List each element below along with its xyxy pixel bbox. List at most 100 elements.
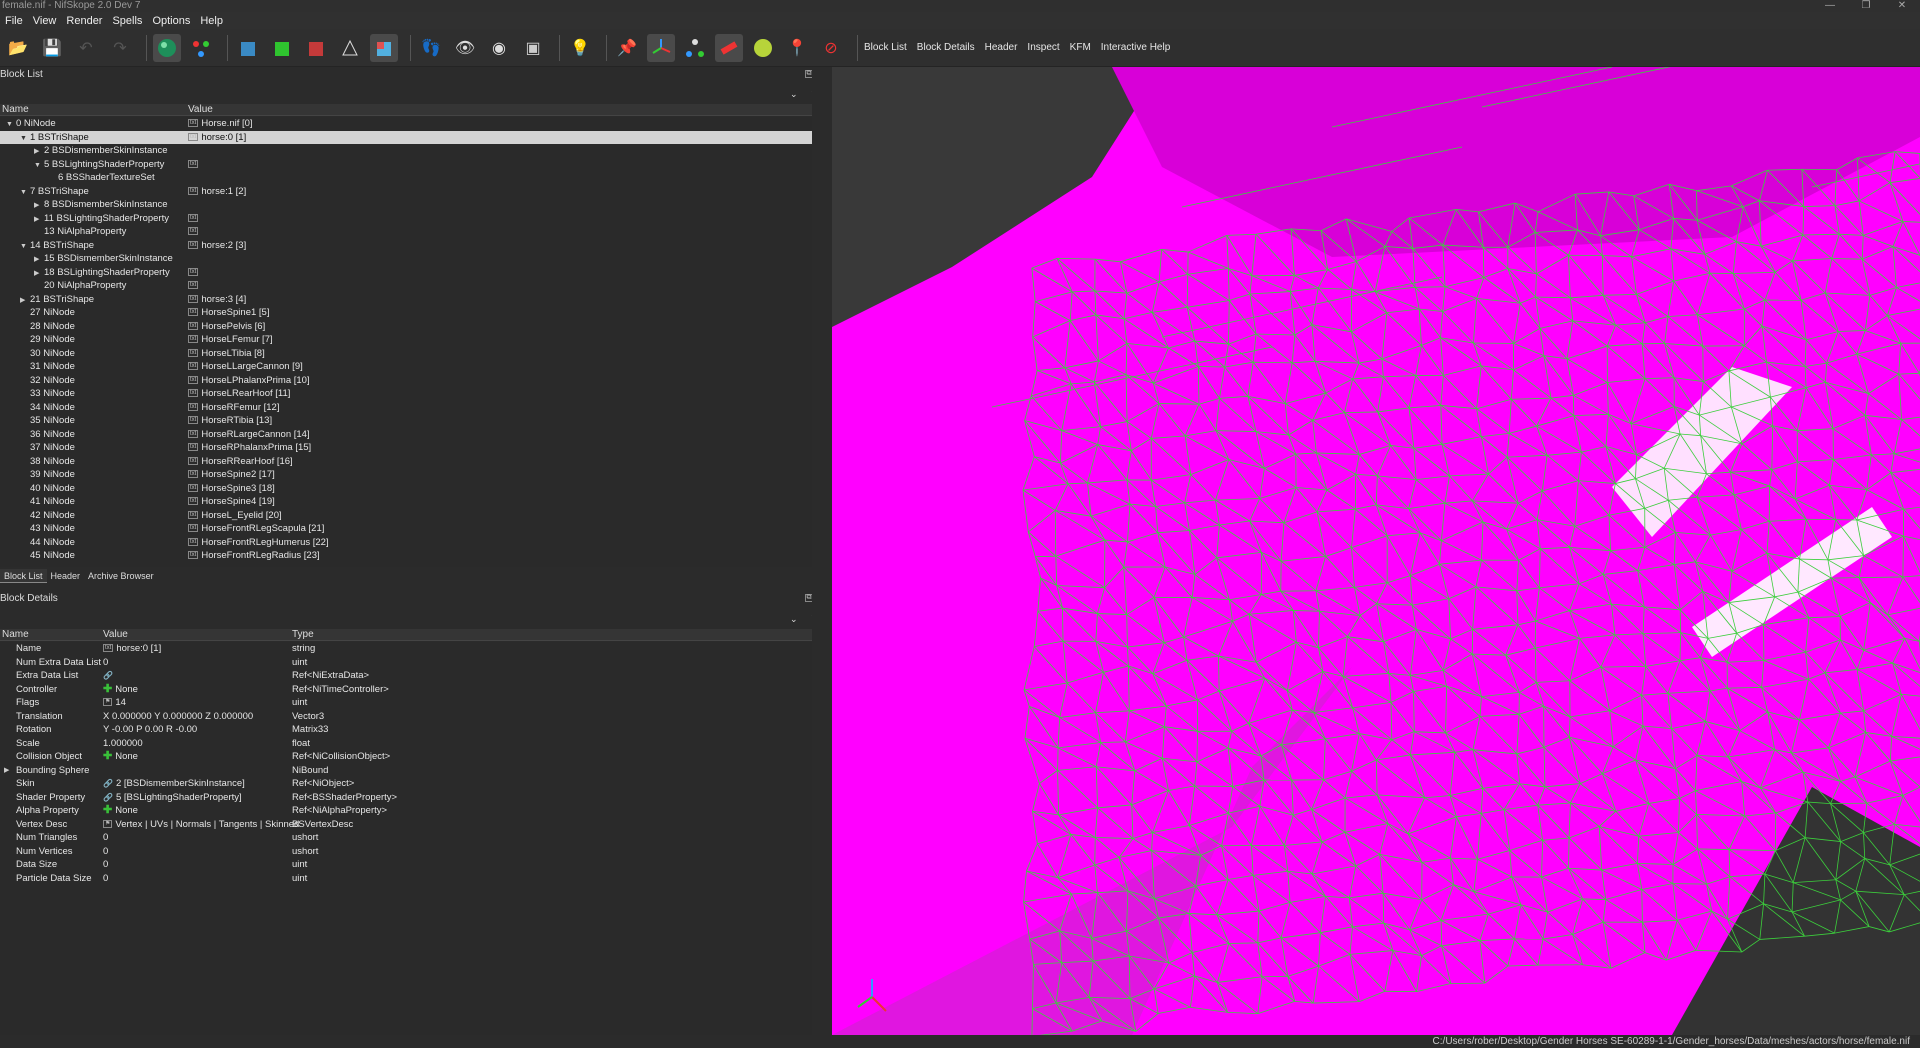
expanded-arrow-icon[interactable]: ▼	[20, 240, 30, 254]
tree-row[interactable]: 30 NiNode txt HorseLTibia [8]	[0, 347, 812, 361]
toolbar-header[interactable]: Header	[985, 42, 1018, 53]
tree-row[interactable]: 36 NiNode txt HorseRLargeCannon [14]	[0, 428, 812, 442]
collapsed-arrow-icon[interactable]: ▶	[20, 294, 30, 308]
tree-row[interactable]: ▶ 2 BSDismemberSkinInstance	[0, 144, 812, 158]
collapse-all-icon[interactable]: ⌄	[790, 612, 798, 626]
no-pin-icon[interactable]: ⊘	[817, 34, 845, 62]
undo-icon[interactable]: ↶	[72, 34, 100, 62]
detail-value[interactable]: ⚑ Vertex | UVs | Normals | Tangents | Ski…	[103, 818, 299, 832]
detail-row[interactable]: Controller ✚ None Ref<NiTimeController>	[0, 683, 824, 697]
detail-value[interactable]: 🔗 5 [BSLightingShaderProperty]	[103, 791, 242, 805]
toolbar-block-list[interactable]: Block List	[864, 42, 907, 53]
tree-row[interactable]: 13 NiAlphaProperty txt	[0, 225, 812, 239]
detail-value[interactable]: ✚ None	[103, 750, 138, 764]
tree-row[interactable]: 34 NiNode txt HorseRFemur [12]	[0, 401, 812, 415]
detail-value[interactable]: ⚑ 14	[103, 696, 126, 710]
detail-value[interactable]: 0	[103, 831, 108, 845]
detail-value[interactable]: ✚ None	[103, 683, 138, 697]
detail-row[interactable]: Num Extra Data List 0 uint	[0, 656, 824, 670]
marker-icon[interactable]	[715, 33, 743, 62]
tree-row[interactable]: ▶ 21 BSTriShape txt horse:3 [4]	[0, 293, 812, 307]
tree-row[interactable]: 31 NiNode txt HorseLLargeCannon [9]	[0, 360, 812, 374]
menu-render[interactable]: Render	[61, 15, 107, 27]
detail-row[interactable]: Translation X 0.000000 Y 0.000000 Z 0.000…	[0, 710, 824, 724]
col-name[interactable]: Name	[2, 104, 29, 116]
open-folder-icon[interactable]: 📂	[4, 34, 32, 62]
detail-value[interactable]: 🔗	[103, 669, 116, 683]
detail-value[interactable]: 🔗 2 [BSDismemberSkinInstance]	[103, 777, 245, 791]
tree-row[interactable]: 44 NiNode txt HorseFrontRLegHumerus [22]	[0, 536, 812, 550]
tree-row[interactable]: ▶ 8 BSDismemberSkinInstance	[0, 198, 812, 212]
detail-row[interactable]: Flags ⚑ 14 uint	[0, 696, 824, 710]
tab-header[interactable]: Header	[47, 569, 85, 583]
tree-row[interactable]: 27 NiNode txt HorseSpine1 [5]	[0, 306, 812, 320]
detail-row[interactable]: Vertex Desc ⚑ Vertex | UVs | Normals | Tan…	[0, 818, 824, 832]
maximize-button[interactable]: ❐	[1848, 0, 1884, 12]
menu-help[interactable]: Help	[195, 15, 228, 27]
cube-green-icon[interactable]	[268, 34, 296, 62]
detail-value[interactable]: Y -0.00 P 0.00 R -0.00	[103, 723, 197, 737]
menu-view[interactable]: View	[28, 15, 62, 27]
toolbar-interactive-help[interactable]: Interactive Help	[1101, 42, 1170, 53]
tree-row[interactable]: ▼ 1 BSTriShape txt horse:0 [1]	[0, 130, 812, 144]
screenshot-icon[interactable]: ▣	[519, 34, 547, 62]
tree-row[interactable]: ▼ 5 BSLightingShaderProperty txt	[0, 158, 812, 172]
expanded-arrow-icon[interactable]: ▼	[34, 159, 44, 173]
tree-row[interactable]: 6 BSShaderTextureSet	[0, 171, 812, 185]
tree-row[interactable]: 33 NiNode txt HorseLRearHoof [11]	[0, 387, 812, 401]
save-icon[interactable]: 💾	[38, 34, 66, 62]
toolbar-block-details[interactable]: Block Details	[917, 42, 975, 53]
detail-row[interactable]: Shader Property 🔗 5 [BSLightingShaderPrope…	[0, 791, 824, 805]
collapsed-arrow-icon[interactable]: ▶	[34, 267, 44, 281]
detail-value[interactable]: 1.000000	[103, 737, 143, 751]
tree-row[interactable]: 45 NiNode txt HorseFrontRLegRadius [23]	[0, 549, 812, 563]
expanded-arrow-icon[interactable]: ▼	[6, 118, 16, 132]
detail-value[interactable]: txt horse:0 [1]	[103, 642, 161, 656]
tree-row[interactable]: 35 NiNode txt HorseRTibia [13]	[0, 414, 812, 428]
collapsed-arrow-icon[interactable]: ▶	[34, 145, 44, 159]
toolbar-inspect[interactable]: Inspect	[1027, 42, 1059, 53]
detail-value[interactable]: 0	[103, 656, 108, 670]
collapsed-arrow-icon[interactable]: ▶	[34, 213, 44, 227]
tree-row[interactable]: 42 NiNode txt HorseL_Eyelid [20]	[0, 509, 812, 523]
render-viewport[interactable]	[832, 67, 1920, 1035]
detail-row[interactable]: Name txt horse:0 [1] string	[0, 642, 824, 656]
detail-row[interactable]: Extra Data List 🔗 Ref<NiExtraData>	[0, 669, 824, 683]
col-name[interactable]: Name	[2, 629, 29, 641]
wireframe-icon[interactable]	[336, 34, 364, 62]
tab-archive-browser[interactable]: Archive Browser	[84, 569, 158, 583]
splitter[interactable]	[812, 67, 832, 1035]
lightbulb-icon[interactable]: 💡	[566, 34, 594, 62]
detail-row[interactable]: Scale 1.000000 float	[0, 737, 824, 751]
detail-value[interactable]: 0	[103, 858, 108, 872]
detail-row[interactable]: Num Vertices 0 ushort	[0, 845, 824, 859]
skeleton-icon[interactable]	[681, 34, 709, 62]
detail-row[interactable]: Skin 🔗 2 [BSDismemberSkinInstance] Ref<NiOb…	[0, 777, 824, 791]
detail-row[interactable]: Rotation Y -0.00 P 0.00 R -0.00 Matrix33	[0, 723, 824, 737]
detail-row[interactable]: Particle Data Size 0 uint	[0, 872, 824, 886]
tree-row[interactable]: 29 NiNode txt HorseLFemur [7]	[0, 333, 812, 347]
tree-row[interactable]: 40 NiNode txt HorseSpine3 [18]	[0, 482, 812, 496]
pin-icon[interactable]: 📌	[613, 34, 641, 62]
detail-row[interactable]: Num Triangles 0 ushort	[0, 831, 824, 845]
redo-icon[interactable]: ↷	[106, 34, 134, 62]
detail-value[interactable]: 0	[103, 872, 108, 886]
toolbar-kfm[interactable]: KFM	[1070, 42, 1091, 53]
detail-value[interactable]: X 0.000000 Y 0.000000 Z 0.000000	[103, 710, 253, 724]
collapse-all-icon[interactable]: ⌄	[790, 87, 798, 101]
menu-file[interactable]: File	[0, 15, 28, 27]
detail-row[interactable]: Collision Object ✚ None Ref<NiCollisionObje…	[0, 750, 824, 764]
tree-row[interactable]: 37 NiNode txt HorseRPhalanxPrima [15]	[0, 441, 812, 455]
sun-icon[interactable]	[749, 34, 777, 62]
col-value[interactable]: Value	[103, 629, 128, 641]
location-pin-icon[interactable]: 📍	[783, 34, 811, 62]
tree-row[interactable]: 28 NiNode txt HorsePelvis [6]	[0, 320, 812, 334]
tree-row[interactable]: 20 NiAlphaProperty txt	[0, 279, 812, 293]
tab-block-list[interactable]: Block List	[0, 569, 47, 583]
tree-row[interactable]: 41 NiNode txt HorseSpine4 [19]	[0, 495, 812, 509]
cube-blue-icon[interactable]	[234, 34, 262, 62]
detail-value[interactable]: 0	[103, 845, 108, 859]
footprints-icon[interactable]: 👣	[417, 34, 445, 62]
collapsed-arrow-icon[interactable]: ▶	[4, 764, 14, 778]
detail-row[interactable]: ▶ Bounding Sphere NiBound	[0, 764, 824, 778]
